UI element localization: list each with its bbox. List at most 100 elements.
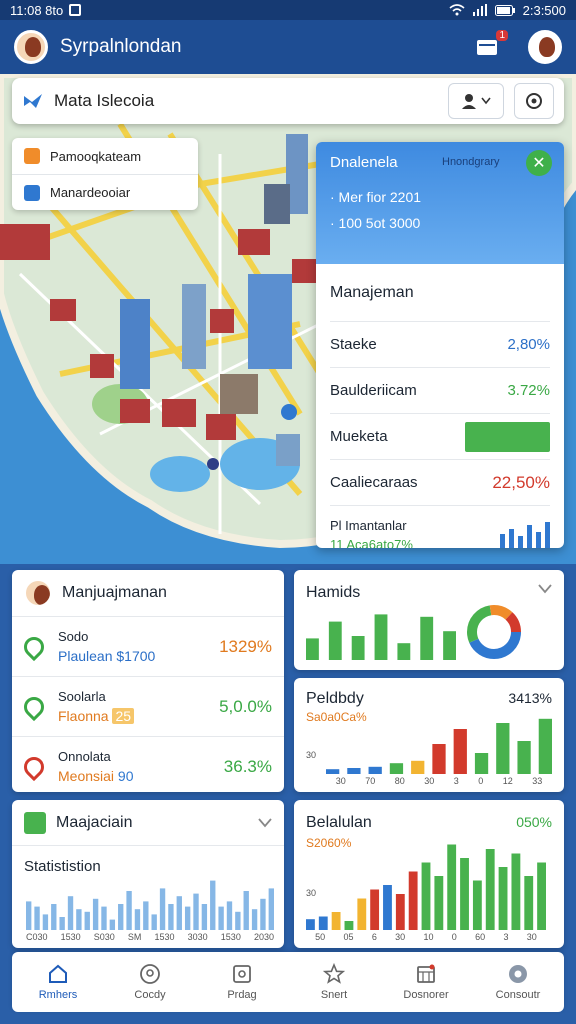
x-tick-label: 2030	[253, 932, 274, 942]
chart-bar	[306, 638, 319, 660]
battery-icon	[494, 4, 515, 16]
footer-label: Pl Imantanlar	[330, 518, 407, 533]
chevron-down-icon	[481, 97, 491, 105]
chart-bar	[193, 893, 199, 930]
bottom-navigation: Rmhers Cocdy Prdag Snert Dosnorer Consou…	[12, 952, 564, 1012]
chart-bar	[537, 862, 546, 930]
list-item[interactable]: Onnolata Meonsiai 90 36.3%	[12, 736, 284, 792]
x-tick-label: 3	[453, 776, 459, 786]
app-bar: Syrpalnlondan 1	[0, 20, 576, 74]
stat-label: Baulderiicam	[330, 382, 417, 399]
chart-subtitle: Statististion	[24, 858, 101, 875]
chart-bar	[485, 849, 495, 930]
user-filter-button[interactable]	[448, 83, 504, 119]
chart-bar	[260, 898, 266, 930]
locate-button[interactable]	[514, 83, 554, 119]
item-sub-text: Meonsiai	[58, 768, 115, 784]
x-tick-label: 1530	[154, 932, 175, 942]
x-tick-label: 3	[503, 932, 509, 942]
layer-label: Manardeooiar	[50, 185, 131, 200]
panel-section-heading: Manajeman	[330, 264, 550, 322]
item-title: Soolarla	[58, 689, 106, 704]
chart-bar	[331, 912, 341, 930]
map-search-bar[interactable]: Mata Islecoia	[12, 78, 564, 124]
profile-avatar[interactable]	[528, 30, 562, 64]
chart-bar	[306, 919, 315, 930]
user-icon	[462, 94, 476, 109]
list-item[interactable]: Soolarla Flaonna 25 5,0.0%	[12, 676, 284, 736]
nav-item-settings[interactable]: Consoutr	[472, 952, 564, 1012]
item-subtitle: Flaonna 25	[58, 708, 219, 724]
chart-bar	[101, 906, 107, 930]
nav-item-tile[interactable]: Prdag	[196, 952, 288, 1012]
card-value: 3413%	[508, 690, 552, 706]
chart-bar	[472, 880, 482, 930]
chart-bar	[176, 896, 182, 930]
panel-stat-row: Caaliecaraas 22,50%	[330, 460, 550, 506]
chart-bar	[51, 904, 57, 930]
nav-label: Snert	[320, 989, 348, 1001]
chart-bar	[151, 914, 157, 930]
chevron-down-icon[interactable]	[258, 817, 272, 828]
card-icon	[24, 811, 46, 834]
card-title: Manjuajmanan	[62, 584, 167, 601]
hamids-card: Hamids	[294, 570, 564, 670]
chart-bar	[383, 885, 392, 930]
status-time-left: 11:08 8to	[10, 2, 64, 18]
card-title: Peldbdy	[306, 690, 364, 707]
nav-item-star[interactable]: Snert	[288, 952, 380, 1012]
x-tick-label: 30	[424, 776, 435, 786]
chart-bar	[26, 901, 32, 930]
layer-item[interactable]: Manardeooiar	[12, 174, 198, 210]
search-input[interactable]: Mata Islecoia	[54, 91, 448, 111]
item-extra: $1700	[116, 648, 156, 664]
stat-value: 3.72%	[507, 382, 550, 399]
close-icon: ✕	[532, 155, 546, 172]
item-extra: 25	[112, 708, 135, 724]
x-tick-label: 30	[335, 776, 346, 786]
chart-bar	[235, 911, 241, 930]
chart-bar	[184, 906, 191, 930]
chart-bar	[370, 889, 380, 930]
inbox-button[interactable]: 1	[470, 30, 508, 64]
layer-label: Pamooqkateam	[50, 148, 142, 164]
nav-item-calendar[interactable]: Dosnorer	[380, 952, 472, 1012]
close-button[interactable]: ✕	[526, 150, 552, 176]
chart-bar	[118, 904, 124, 930]
chart-bar	[201, 904, 208, 930]
layer-item[interactable]: Pamooqkateam	[12, 138, 198, 174]
x-tick-label: 30	[526, 932, 537, 942]
chart-bar	[126, 891, 132, 930]
nav-item-home[interactable]: Rmhers	[12, 952, 104, 1012]
x-tick-label: 3030	[187, 932, 208, 942]
item-title: Sodo	[58, 629, 89, 644]
x-tick-label: 33	[532, 776, 543, 786]
x-tick-label: 10	[423, 932, 434, 942]
chart-bar	[432, 744, 446, 774]
chart-bar	[159, 888, 166, 930]
chart-bar	[268, 888, 274, 930]
chart-bar	[496, 723, 510, 774]
chart-bar	[421, 862, 431, 930]
x-tick-label: C030	[26, 932, 48, 942]
card-title: Hamids	[306, 584, 361, 601]
panel-stat-row: Mueketa	[330, 414, 550, 460]
status-square-icon	[69, 4, 82, 16]
mini-bar	[536, 532, 541, 548]
nav-item-location[interactable]: Cocdy	[104, 952, 196, 1012]
x-tick-label: 70	[365, 776, 376, 786]
item-sub-text: Flaonna	[58, 708, 109, 724]
item-subtitle: Plaulean $1700	[58, 648, 219, 664]
chart-bar	[408, 871, 418, 930]
x-tick-label: 50	[315, 932, 326, 942]
chart-bar	[498, 867, 508, 930]
chart-bar	[243, 891, 249, 930]
panel-detail-line: · 100 5ot 3000	[330, 215, 421, 231]
list-item[interactable]: Sodo Plaulean $1700 1329%	[12, 616, 284, 676]
user-avatar[interactable]	[14, 30, 48, 64]
footer-value: 11 Aca6ato7%	[330, 537, 413, 548]
chevron-down-icon[interactable]	[538, 584, 552, 594]
card-title: Maajaciain	[56, 813, 133, 831]
item-extra: 90	[117, 768, 134, 784]
chart-bar	[474, 753, 489, 774]
